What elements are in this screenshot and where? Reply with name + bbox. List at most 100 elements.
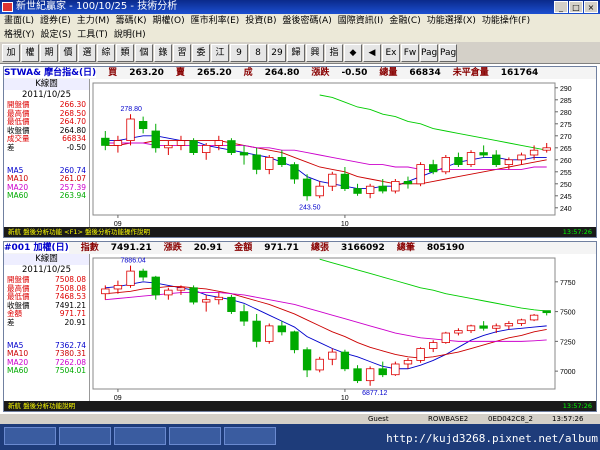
header-field: 20.91: [193, 243, 223, 253]
maximize-button[interactable]: □: [569, 1, 583, 13]
toolbar-button[interactable]: 興: [306, 43, 324, 62]
toolbar-button[interactable]: Ex: [382, 43, 400, 62]
header-field: 7491.21: [110, 243, 152, 253]
task-button[interactable]: [224, 427, 276, 445]
menu-item[interactable]: 設定(S): [41, 28, 72, 42]
menu-item[interactable]: 畫面(L): [4, 14, 34, 28]
y-tick-label: 265: [560, 146, 572, 153]
candle-body: [202, 145, 211, 154]
minimize-button[interactable]: _: [554, 1, 568, 13]
toolbar-button[interactable]: Page: [420, 43, 438, 62]
window-titlebar: 新世紀贏家 - 100/10/25 - 技術分析 _ □ ×: [0, 0, 600, 14]
ma-row: MA60 7504.01: [4, 367, 89, 376]
candlestick-chart[interactable]: 24024525025526026527027528028529009 10278…: [91, 79, 595, 229]
close-button[interactable]: ×: [584, 1, 598, 13]
y-tick-label: 240: [560, 206, 572, 213]
menu-item[interactable]: 籌碼(K): [116, 14, 147, 28]
header-field: 成: [243, 68, 253, 78]
menu-item[interactable]: 功能選擇(X): [427, 14, 476, 28]
toolbar-button[interactable]: 8: [249, 43, 267, 62]
toolbar-button[interactable]: Fw: [401, 43, 419, 62]
header-field: 265.20: [196, 68, 232, 78]
header-field: 805190: [426, 243, 465, 253]
toolbar-button[interactable]: 江: [211, 43, 229, 62]
candle-body: [441, 332, 450, 343]
toolbar-button[interactable]: 期: [40, 43, 58, 62]
panel-header: STWA& 摩台指&(日) 買 263.20 賣 265.20 成 264.80 漲跌 -0.5…: [4, 67, 596, 79]
candle-body: [504, 323, 514, 327]
app-icon: [2, 2, 13, 12]
candle-body: [227, 140, 236, 153]
toolbar-button[interactable]: Page: [439, 43, 457, 62]
candle-body: [101, 288, 110, 295]
candle-body: [290, 164, 299, 180]
candle-body: [542, 147, 551, 151]
menu-item[interactable]: 主力(M): [77, 14, 110, 28]
menu-item[interactable]: 格視(Y): [4, 28, 35, 42]
plot-area: [92, 82, 556, 216]
candle-body: [252, 320, 261, 342]
header-field: 指數: [80, 243, 99, 253]
menu-item[interactable]: 證券(E): [40, 14, 71, 28]
menu-item[interactable]: 工具(T): [77, 28, 108, 42]
candle-body: [189, 287, 198, 303]
toolbar-button[interactable]: 指: [325, 43, 343, 62]
info-label: 差: [7, 142, 15, 152]
low-annotation: 6877.12: [362, 390, 387, 397]
candle-body: [328, 351, 337, 360]
toolbar-button[interactable]: 選: [78, 43, 96, 62]
task-button[interactable]: [169, 427, 221, 445]
header-field: 263.20: [129, 68, 164, 78]
menu-item[interactable]: 盤後密碼(A): [283, 14, 332, 28]
menu-row-1: 畫面(L) 證券(E) 主力(M) 籌碼(K) 期權(O) 匯市利率(E) 投資(B) 盤後密…: [0, 14, 600, 28]
menu-item[interactable]: 投資(B): [245, 14, 276, 28]
chart-panel-stwa: STWA& 摩台指&(日) 買 263.20 賣 265.20 成 264.80 漲跌 -0.5…: [3, 66, 597, 238]
footer-text: 新航 盤後分析功能說明: [8, 402, 76, 410]
candle-body: [302, 178, 312, 197]
task-button[interactable]: [4, 427, 56, 445]
menu-item[interactable]: 匯市利率(E): [191, 14, 240, 28]
candle-body: [454, 330, 463, 334]
header-field: 66834: [409, 68, 441, 78]
menu-item[interactable]: 功能操作(F): [482, 14, 530, 28]
toolbar-button[interactable]: ◀: [363, 43, 381, 62]
y-tick-label: 7750: [560, 280, 576, 287]
candle-body: [290, 331, 299, 351]
task-button[interactable]: [59, 427, 111, 445]
candle-body: [138, 270, 148, 278]
toolbar-button[interactable]: 錄: [154, 43, 172, 62]
toolbar-button[interactable]: 個: [135, 43, 153, 62]
toolbar-button[interactable]: 習: [173, 43, 191, 62]
info-value: -0.50: [66, 142, 86, 152]
toolbar-button[interactable]: 權: [21, 43, 39, 62]
toolbar-button[interactable]: 歸: [287, 43, 305, 62]
watermark: http://kujd3268.pixnet.net/album: [386, 432, 598, 445]
menu-item[interactable]: 國際資訊(I): [338, 14, 384, 28]
toolbar-button[interactable]: 綜: [97, 43, 115, 62]
toolbar-button[interactable]: 類: [116, 43, 134, 62]
candle-body: [454, 157, 463, 166]
header-field: 金額: [234, 243, 253, 253]
toolbar-button[interactable]: 9: [230, 43, 248, 62]
menu-item[interactable]: 金融(C): [389, 14, 420, 28]
toolbar-button[interactable]: 加: [2, 43, 20, 62]
y-tick-label: 290: [560, 86, 572, 93]
header-field: #001 加權(日): [4, 243, 69, 253]
toolbar-button[interactable]: ◆: [344, 43, 362, 62]
chart-panel-taiex: #001 加權(日) 指數 7491.21 漲跌 20.91 金額 971.71 總張 3166…: [3, 241, 597, 412]
candle-body: [340, 173, 350, 189]
candle-body: [517, 319, 526, 324]
menu-item[interactable]: 期權(O): [153, 14, 185, 28]
ma-row: MA60 263.94: [4, 192, 89, 201]
candle-body: [479, 152, 488, 156]
toolbar-button[interactable]: 29: [268, 43, 286, 62]
menu-item[interactable]: 說明(H): [114, 28, 146, 42]
info-value: 20.91: [64, 317, 86, 327]
info-box: K線圖 2011/10/25 開盤價 7508.08 最高價 7508.08 最低價 74…: [4, 254, 90, 403]
toolbar-button[interactable]: 委: [192, 43, 210, 62]
task-button[interactable]: [114, 427, 166, 445]
panel-footer: 新航 盤後分析功能 <F1> 盤後分析功能操作說明 13:57:26: [4, 227, 596, 237]
candlestick-chart[interactable]: 700072507500775009 107886.046877.12: [91, 254, 595, 403]
toolbar-button[interactable]: 價: [59, 43, 77, 62]
candle-body: [277, 157, 287, 166]
